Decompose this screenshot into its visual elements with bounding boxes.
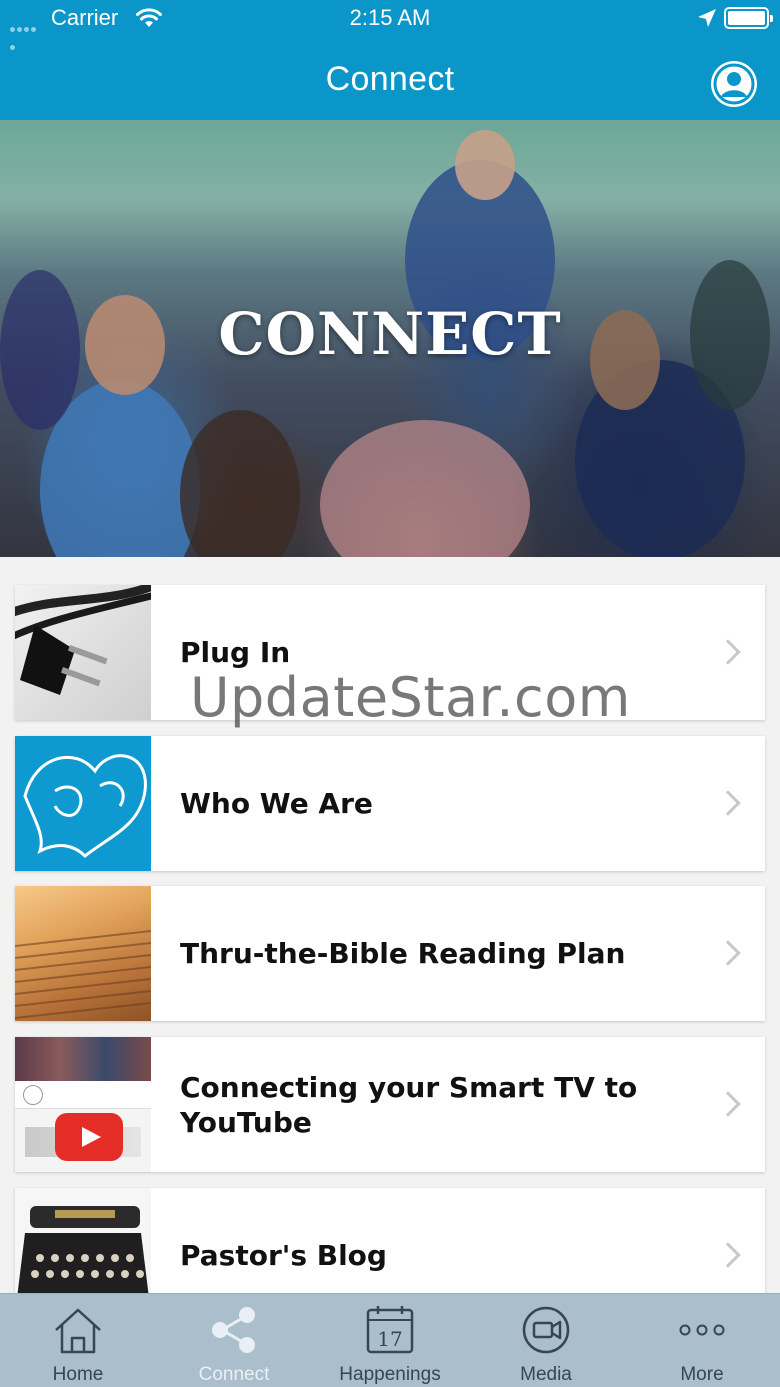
home-icon xyxy=(55,1308,101,1354)
page-title: Connect xyxy=(325,60,455,98)
tab-label: Home xyxy=(52,1364,104,1385)
list-item-who-we-are[interactable]: Who We Are xyxy=(15,736,765,871)
bible-thumbnail xyxy=(15,886,151,1021)
calendar-icon: 17 xyxy=(366,1306,414,1354)
battery-icon xyxy=(724,7,773,29)
who-we-are-thumbnail xyxy=(15,736,151,871)
svg-text:17: 17 xyxy=(377,1327,402,1351)
chevron-right-icon xyxy=(715,940,741,966)
list-item-smart-tv[interactable]: Connecting your Smart TV to YouTube xyxy=(15,1037,765,1172)
open-book-icon xyxy=(15,930,151,1019)
plug-in-thumbnail xyxy=(15,585,151,720)
tab-label: Media xyxy=(520,1364,572,1385)
tab-bar: Home Connect 17 Happenings Media More xyxy=(0,1293,780,1387)
power-plug-icon xyxy=(15,585,151,695)
chevron-right-icon xyxy=(715,639,741,665)
youtube-play-icon xyxy=(55,1113,123,1161)
tab-label: More xyxy=(680,1364,724,1385)
tab-label: Connect xyxy=(198,1364,270,1385)
tab-media[interactable]: Media xyxy=(468,1294,624,1387)
youtube-banner xyxy=(15,1037,151,1081)
dove-icon xyxy=(23,754,147,859)
crowd-figure xyxy=(455,130,515,200)
chevron-right-icon xyxy=(715,1242,741,1268)
list-item-reading-plan[interactable]: Thru-the-Bible Reading Plan xyxy=(15,886,765,1021)
hero-title: CONNECT xyxy=(218,300,562,368)
crowd-figure xyxy=(320,420,530,557)
crowd-figure xyxy=(180,410,300,557)
youtube-avatar xyxy=(23,1085,43,1105)
chevron-right-icon xyxy=(715,790,741,816)
youtube-thumbnail xyxy=(15,1037,151,1172)
tab-connect[interactable]: Connect xyxy=(156,1294,312,1387)
profile-button[interactable] xyxy=(711,61,757,107)
location-arrow-icon xyxy=(698,9,716,27)
list-item-label: Who We Are xyxy=(180,787,373,820)
tab-label: Happenings xyxy=(339,1364,441,1385)
top-bar: Carrier 2:15 AM Connect xyxy=(0,0,780,120)
tab-more[interactable]: More xyxy=(624,1294,780,1387)
tab-home[interactable]: Home xyxy=(0,1294,156,1387)
user-icon xyxy=(713,63,755,105)
list-item-label: Connecting your Smart TV to YouTube xyxy=(180,1070,638,1139)
chevron-right-icon xyxy=(715,1091,741,1117)
video-icon xyxy=(522,1306,570,1354)
status-bar: Carrier 2:15 AM xyxy=(0,0,780,50)
share-icon xyxy=(212,1307,255,1353)
more-icon xyxy=(679,1324,725,1336)
clock: 2:15 AM xyxy=(349,5,431,30)
hero-banner: CONNECT xyxy=(0,120,780,557)
tab-happenings[interactable]: 17 Happenings xyxy=(312,1294,468,1387)
list-item-label: Thru-the-Bible Reading Plan xyxy=(180,937,626,970)
watermark: UpdateStar.com xyxy=(190,666,631,729)
